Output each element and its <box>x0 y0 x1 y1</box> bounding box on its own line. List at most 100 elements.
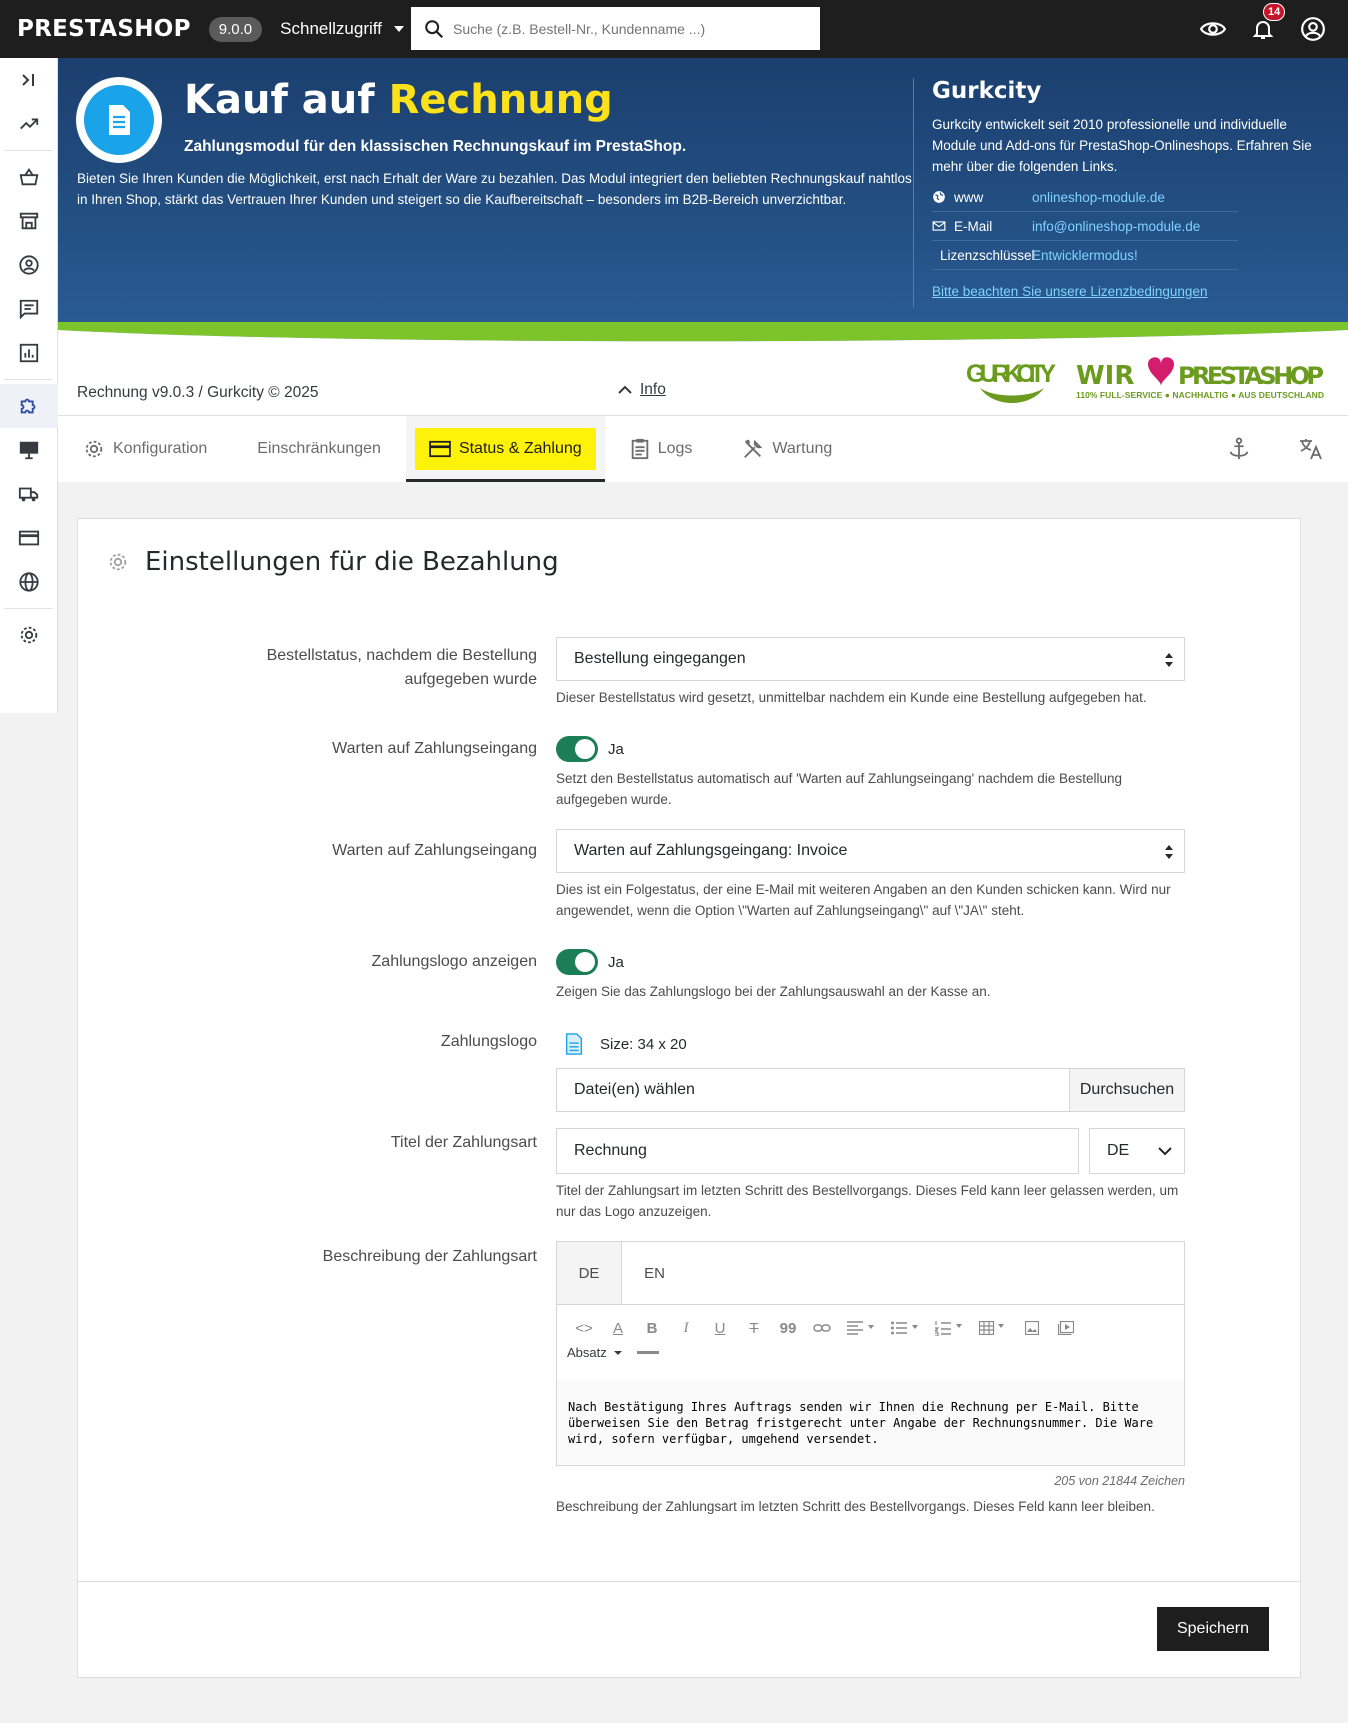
chat-icon <box>19 299 39 320</box>
logo-size: Size: 34 x 20 <box>600 1035 687 1053</box>
link-row-www: www onlineshop-module.de <box>932 183 1238 212</box>
title-highlight: Rechnung <box>388 77 613 123</box>
font-color-icon[interactable]: A <box>601 1315 635 1341</box>
editor-content[interactable]: Nach Bestätigung Ihres Auftrags senden w… <box>557 1379 1184 1465</box>
wait-toggle-help: Setzt den Bestellstatus automatisch auf … <box>556 771 1122 807</box>
underline-icon[interactable]: U <box>703 1315 737 1341</box>
language-select[interactable]: DE <box>1089 1128 1185 1174</box>
logo-toggle-field: Ja Zeigen Sie das Zahlungslogo bei der Z… <box>556 949 1185 1002</box>
sidebar-item-payment[interactable] <box>0 516 58 560</box>
order-status-label: Bestellstatus, nachdem die Bestellung au… <box>266 647 537 688</box>
logo-file-label: Zahlungslogo <box>440 1033 537 1050</box>
lang-tab-en[interactable]: EN <box>622 1242 687 1304</box>
sidebar-item-orders[interactable] <box>0 155 58 199</box>
logo-toggle-help: Zeigen Sie das Zahlungslogo bei der Zahl… <box>556 984 991 999</box>
search-icon[interactable] <box>423 18 445 40</box>
wait-status-select[interactable]: Warten auf Zahlungsgeingang: Invoice <box>556 829 1185 873</box>
tab-wartung[interactable]: Wartung <box>717 416 857 482</box>
tab-logs[interactable]: Logs <box>605 416 718 482</box>
module-subtitle: Zahlungsmodul für den klassischen Rechnu… <box>184 138 687 155</box>
wait-status-field: Warten auf Zahlungsgeingang: Invoice Die… <box>556 829 1185 921</box>
language-value: DE <box>1107 1142 1130 1159</box>
notifications-button[interactable]: 14 <box>1238 0 1288 58</box>
monitor-icon <box>19 441 39 460</box>
chevron-up-icon <box>618 385 632 394</box>
numbered-list-icon[interactable] <box>927 1315 971 1341</box>
quote-icon[interactable]: 99 <box>771 1315 805 1341</box>
lang-tab-de[interactable]: DE <box>557 1242 622 1304</box>
tab-label: Logs <box>657 440 693 457</box>
video-icon[interactable] <box>1049 1315 1083 1341</box>
tab-konfiguration[interactable]: Konfiguration <box>58 416 232 482</box>
sidebar-collapse[interactable] <box>0 58 58 102</box>
character-counter: 205 von 21844 Zeichen <box>1054 1474 1185 1488</box>
view-shop-button[interactable] <box>1188 0 1238 58</box>
notification-count: 14 <box>1263 3 1286 21</box>
vendor-text: Gurkcity entwickelt seit 2010 profession… <box>932 117 1312 174</box>
image-icon[interactable] <box>1015 1315 1049 1341</box>
gurkcity-logo-text: GURKCITY <box>966 360 1056 388</box>
sidebar-item-modules[interactable] <box>0 384 58 428</box>
wait-toggle-switch[interactable] <box>556 736 598 762</box>
info-label: Info <box>640 381 666 398</box>
wait-status-label: Warten auf Zahlungseingang <box>332 842 537 859</box>
search-input[interactable] <box>453 20 793 37</box>
eye-icon <box>1200 22 1226 36</box>
title-field: Rechnung DE Titel der Zahlungsart im let… <box>556 1128 1185 1222</box>
account-icon <box>19 255 39 275</box>
module-version: Rechnung v9.0.3 / Gurkcity © 2025 <box>77 384 319 401</box>
order-status-select[interactable]: Bestellung eingegangen <box>556 637 1185 681</box>
account-button[interactable] <box>1288 0 1338 58</box>
puzzle-icon <box>20 398 36 414</box>
browse-button[interactable]: Durchsuchen <box>1069 1069 1184 1111</box>
horizontal-rule-icon[interactable] <box>636 1350 659 1355</box>
prestashop-logo[interactable]: PRESTASHOP <box>17 16 191 42</box>
tab-label: Status & Zahlung <box>458 440 582 457</box>
document-icon <box>565 1033 583 1055</box>
logo-tagline: 110% FULL-SERVICE ● NACHHALTIG ● AUS DEU… <box>1076 390 1324 400</box>
title-input[interactable]: Rechnung <box>556 1128 1079 1174</box>
wait-toggle-field: Ja Setzt den Bestellstatus automatisch a… <box>556 736 1185 810</box>
tab-einschraenkungen[interactable]: Einschränkungen <box>232 416 406 482</box>
format-select[interactable]: Absatz <box>567 1345 607 1360</box>
description-field: DE EN <> A B I U T 99 Absatz Nach Bestät… <box>556 1241 1185 1517</box>
sidebar-item-customers[interactable] <box>0 243 58 287</box>
license-terms-link[interactable]: Bitte beachten Sie unsere Lizenzbedingun… <box>932 284 1323 299</box>
tab-label: Konfiguration <box>113 440 208 457</box>
table-icon[interactable] <box>971 1315 1015 1341</box>
title-label: Titel der Zahlungsart <box>390 1134 537 1151</box>
sidebar <box>0 58 58 713</box>
sidebar-item-settings[interactable] <box>0 613 58 657</box>
select-value: Bestellung eingegangen <box>574 650 746 667</box>
anchor-button[interactable] <box>1219 416 1259 482</box>
link-icon[interactable] <box>805 1315 839 1341</box>
italic-icon[interactable]: I <box>669 1315 703 1341</box>
code-view-icon[interactable]: <> <box>567 1315 601 1341</box>
info-toggle[interactable]: Info <box>618 381 666 399</box>
globe-icon <box>933 191 945 203</box>
strikethrough-icon[interactable]: T <box>737 1315 771 1341</box>
search-box[interactable] <box>411 7 820 50</box>
align-icon[interactable] <box>839 1315 883 1341</box>
tab-status-zahlung[interactable]: Status & Zahlung <box>405 416 605 482</box>
sidebar-item-international[interactable] <box>0 560 58 604</box>
translate-button[interactable] <box>1291 416 1331 482</box>
quick-access-label: Schnellzugriff <box>280 19 382 38</box>
sidebar-item-shipping[interactable] <box>0 472 58 516</box>
sidebar-item-catalog[interactable] <box>0 199 58 243</box>
license-value[interactable]: Entwicklermodus! <box>1032 248 1138 263</box>
gear-icon <box>109 553 127 571</box>
quick-access-dropdown[interactable]: Schnellzugriff <box>280 19 404 39</box>
bullet-list-icon[interactable] <box>883 1315 927 1341</box>
file-input[interactable]: Datei(en) wählen <box>557 1069 1069 1111</box>
sidebar-item-design[interactable] <box>0 428 58 472</box>
website-link[interactable]: onlineshop-module.de <box>1032 190 1165 205</box>
sidebar-item-messages[interactable] <box>0 287 58 331</box>
link-label: E-Mail <box>954 218 993 234</box>
bold-icon[interactable]: B <box>635 1315 669 1341</box>
sidebar-item-stats[interactable] <box>0 331 58 375</box>
sidebar-item-dashboard[interactable] <box>0 102 58 146</box>
email-link[interactable]: info@onlineshop-module.de <box>1032 219 1200 234</box>
logo-toggle-switch[interactable] <box>556 949 598 975</box>
save-button[interactable]: Speichern <box>1157 1607 1269 1651</box>
